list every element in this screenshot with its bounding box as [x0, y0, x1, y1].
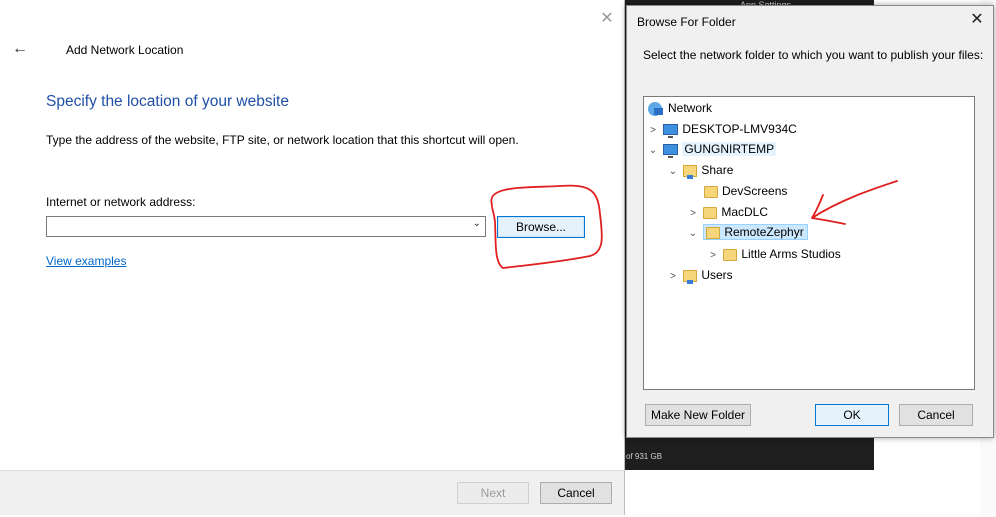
cancel-button[interactable]: Cancel [540, 482, 612, 504]
tree-node-label: RemoteZephyr [724, 225, 804, 239]
network-icon [648, 101, 664, 116]
tree-node-macdlc[interactable]: > MacDLC [686, 202, 768, 222]
computer-icon [663, 144, 679, 159]
dialog-prompt: Select the network folder to which you w… [643, 48, 984, 62]
chevron-right-icon[interactable]: > [706, 246, 720, 266]
window-title: Add Network Location [66, 43, 184, 57]
address-input[interactable] [47, 217, 465, 236]
close-icon[interactable]: ✕ [967, 10, 987, 30]
make-new-folder-button[interactable]: Make New Folder [645, 404, 751, 426]
wizard-footer [0, 470, 624, 515]
add-network-location-window: ✕ ← Add Network Location Specify the loc… [0, 0, 625, 515]
address-combobox[interactable]: ⌄ [46, 216, 486, 237]
tree-node-label: Users [701, 268, 733, 282]
folder-icon [706, 226, 721, 239]
chevron-right-icon[interactable]: > [646, 121, 660, 141]
browse-for-folder-dialog: Browse For Folder ✕ Select the network f… [626, 5, 994, 438]
next-button[interactable]: Next [457, 482, 529, 504]
tree-node-little-arms-studios[interactable]: > Little Arms Studios [706, 244, 841, 264]
tree-node-remotezephyr[interactable]: ⌄ RemoteZephyr [686, 222, 808, 242]
folder-icon [704, 185, 718, 198]
folder-tree[interactable]: Network > DESKTOP-LMV934C ⌄ GUNGNIRTEMP … [643, 96, 975, 390]
chevron-right-icon[interactable]: > [686, 204, 700, 224]
browse-button[interactable]: Browse... [497, 216, 585, 238]
tree-node-share[interactable]: ⌄ Share [666, 160, 733, 180]
tree-node-label: Little Arms Studios [741, 247, 841, 261]
tree-node-label: Share [701, 163, 734, 177]
tree-node-label: DevScreens [722, 184, 788, 198]
tree-node-devscreens[interactable]: DevScreens [690, 181, 787, 201]
view-examples-link[interactable]: View examples [46, 254, 126, 268]
chevron-down-icon[interactable]: ⌄ [646, 141, 660, 161]
tree-node-users[interactable]: > Users [666, 265, 733, 285]
tree-node-gungnirtemp[interactable]: ⌄ GUNGNIRTEMP [646, 139, 777, 161]
close-icon[interactable]: ✕ [598, 10, 616, 28]
dialog-title: Browse For Folder [637, 15, 736, 29]
tree-node-network[interactable]: Network [648, 98, 712, 118]
back-arrow-icon[interactable]: ← [12, 40, 30, 58]
chevron-down-icon[interactable]: ⌄ [473, 218, 481, 229]
folder-icon [723, 248, 738, 261]
tree-node-label: GUNGNIRTEMP [682, 142, 777, 156]
chevron-down-icon[interactable]: ⌄ [686, 224, 700, 244]
page-heading: Specify the location of your website [46, 93, 289, 110]
shared-folder-icon [683, 269, 698, 284]
computer-icon [663, 124, 679, 139]
page-description: Type the address of the website, FTP sit… [46, 133, 519, 147]
address-label: Internet or network address: [46, 195, 196, 209]
chevron-right-icon[interactable]: > [666, 267, 680, 287]
tree-node-label: MacDLC [721, 205, 769, 219]
tree-node-desktop[interactable]: > DESKTOP-LMV934C [646, 119, 797, 139]
folder-icon [703, 206, 718, 219]
cancel-button[interactable]: Cancel [899, 404, 973, 426]
tree-node-label: Network [668, 101, 713, 115]
chevron-down-icon[interactable]: ⌄ [666, 162, 680, 182]
shared-folder-icon [683, 164, 698, 179]
background-size-text: of 931 GB [626, 452, 663, 461]
tree-node-label: DESKTOP-LMV934C [682, 122, 797, 136]
ok-button[interactable]: OK [815, 404, 889, 426]
